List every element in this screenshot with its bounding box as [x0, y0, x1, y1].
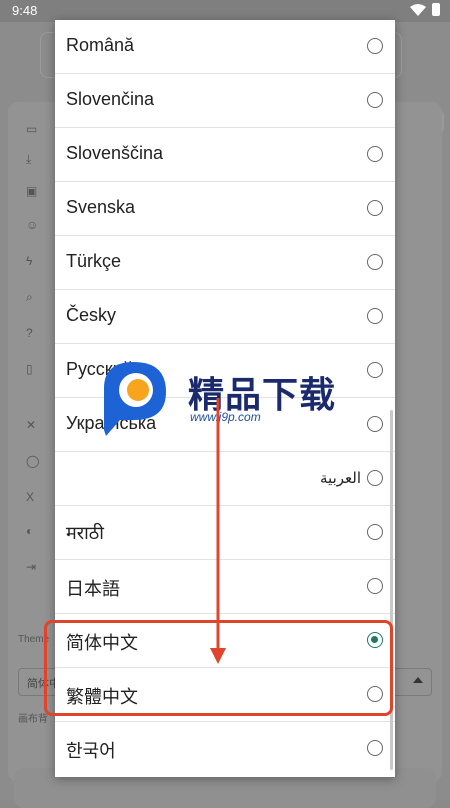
language-option-romana[interactable]: Română [55, 20, 395, 74]
radio-button[interactable] [367, 92, 383, 108]
language-label: Türkçe [66, 251, 122, 271]
language-label: Svenska [66, 197, 136, 217]
radio-button[interactable] [367, 740, 383, 756]
radio-button[interactable] [367, 578, 383, 594]
background-menu-item: ✕ [26, 418, 37, 432]
radio-button[interactable] [367, 416, 383, 432]
battery-icon [432, 3, 440, 16]
radio-button[interactable] [367, 524, 383, 540]
radio-button[interactable] [367, 146, 383, 162]
radio-button[interactable] [367, 254, 383, 270]
radio-button[interactable] [367, 362, 383, 378]
radio-button[interactable] [367, 200, 383, 216]
radio-button[interactable] [367, 38, 383, 54]
background-menu-item: ⤓ [26, 152, 32, 166]
language-label: Slovenščina [66, 143, 164, 163]
background-menu-item: ▯ [26, 362, 33, 376]
caret-up-icon [413, 677, 423, 683]
background-menu-item: X [26, 490, 35, 504]
language-label: 日本語 [66, 579, 120, 599]
radio-button[interactable] [367, 308, 383, 324]
background-menu-item: ⇥ [26, 560, 37, 574]
language-label: Русский [66, 359, 133, 379]
language-option-cesky[interactable]: Česky [55, 290, 395, 344]
language-option-korean[interactable]: 한국어 [55, 722, 395, 776]
language-label: Slovenčina [66, 89, 155, 109]
language-label: العربية [320, 470, 361, 487]
background-menu-item: ▣ [26, 184, 38, 198]
background-menu-item: ☺ [26, 218, 39, 232]
wifi-icon [410, 3, 426, 16]
background-menu-item: ϟ [26, 254, 33, 268]
language-option-russian[interactable]: Русский [55, 344, 395, 398]
language-label: Česky [66, 305, 117, 325]
language-option-slovenscina[interactable]: Slovenščina [55, 128, 395, 182]
language-option-slovencina[interactable]: Slovenčina [55, 74, 395, 128]
language-label: Română [66, 35, 135, 55]
language-option-svenska[interactable]: Svenska [55, 182, 395, 236]
language-option-turkce[interactable]: Türkçe [55, 236, 395, 290]
background-menu-item: ▭ [26, 122, 38, 136]
background-menu-item: ◐ [26, 524, 34, 538]
status-icons [410, 3, 440, 16]
dialog-scrollbar[interactable] [390, 410, 393, 770]
language-label: Українська [66, 413, 157, 433]
language-label: मराठी [66, 523, 104, 543]
background-menu-item: ? [26, 326, 33, 340]
background-canvas-label: 画布背 [18, 714, 48, 725]
status-bar: 9:48 [0, 0, 450, 22]
language-label: 한국어 [66, 741, 116, 761]
radio-button[interactable] [367, 470, 383, 486]
status-time: 9:48 [12, 3, 38, 18]
background-menu-item: ⌕ [26, 290, 33, 304]
background-menu-item: ◯ [26, 454, 40, 468]
annotation-highlight-box [44, 620, 393, 716]
